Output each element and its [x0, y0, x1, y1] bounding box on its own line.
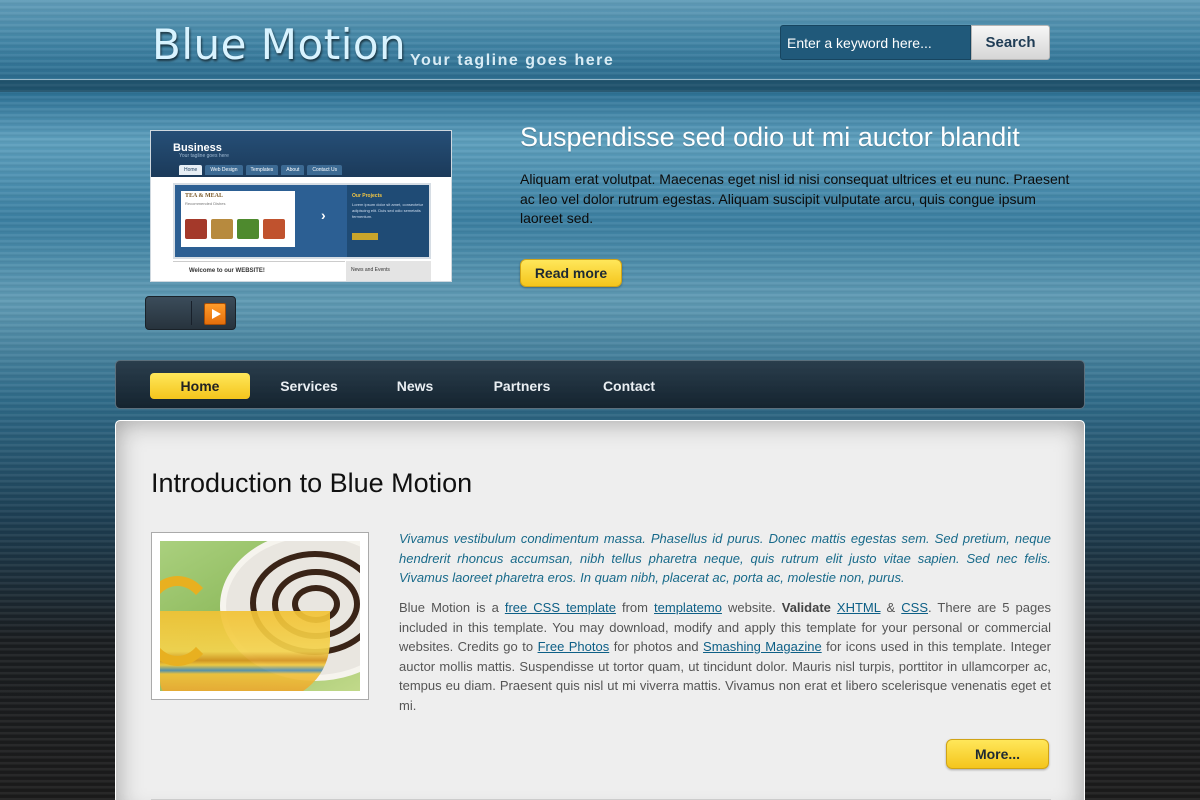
thumb-side-text: Lorem ipsum dolor sit amet, consectetur … [352, 202, 424, 219]
content-panel: Introduction to Blue Motion Vivamus vest… [115, 420, 1085, 800]
thumb-nav-item: Web Design [205, 165, 243, 175]
site-title[interactable]: Blue Motion [152, 20, 406, 69]
validate-label: Validate [781, 600, 831, 615]
nav-item-home[interactable]: Home [150, 373, 250, 399]
body-text: for photos and [609, 639, 704, 654]
nav-item-news[interactable]: News [365, 373, 465, 399]
thumb-nav-item: Home [179, 165, 203, 175]
thumb-news: News and Events [346, 261, 431, 281]
coffee-photo [160, 541, 360, 691]
header-band [0, 80, 1200, 92]
thumb-side-panel: Our Projects Lorem ipsum dolor sit amet,… [347, 185, 429, 257]
slide-text: Aliquam erat volutpat. Maecenas eget nis… [520, 171, 1070, 226]
search-button[interactable]: Search [971, 25, 1050, 60]
intro-italic-text: Vivamus vestibulum condimentum massa. Ph… [399, 531, 1051, 585]
thumb-side-button [352, 233, 378, 240]
read-more-button[interactable]: Read more [520, 259, 622, 287]
body-text: & [880, 600, 902, 615]
search-form: Search [780, 25, 1050, 60]
slider-controls [145, 296, 236, 330]
thumb-welcome-text: Welcome to our WEBSITE! [189, 268, 265, 274]
free-photos-link[interactable]: Free Photos [538, 639, 610, 654]
intro-body-text: Blue Motion is a free CSS template from … [399, 598, 1051, 715]
css-link[interactable]: CSS [901, 600, 928, 615]
thumb-arrow-icon: › [321, 207, 326, 223]
thumb-hero: TEA & MEAL Recommended Dishes › Our Proj… [173, 183, 431, 259]
body-text: from [615, 600, 655, 615]
body-text: website. [721, 600, 782, 615]
main-nav: Home Services News Partners Contact [115, 360, 1085, 409]
thumb-card-subtitle: Recommended Dishes [185, 201, 226, 206]
nav-item-contact[interactable]: Contact [579, 373, 679, 399]
food-image [237, 219, 259, 239]
body-text: Blue Motion is a [399, 600, 505, 615]
more-button[interactable]: More... [946, 739, 1049, 769]
intro-title: Introduction to Blue Motion [151, 468, 473, 498]
free-css-template-link[interactable]: free CSS template [505, 600, 616, 615]
thumb-brand-tagline: Your tagline goes here [179, 153, 229, 159]
thumb-nav-item: Templates [245, 165, 279, 175]
templatemo-link[interactable]: templatemo [654, 600, 722, 615]
thumb-food-images [185, 219, 285, 239]
xhtml-link[interactable]: XHTML [837, 600, 881, 615]
food-image [185, 219, 207, 239]
thumb-side-heading: Our Projects [352, 193, 383, 199]
nav-item-partners[interactable]: Partners [472, 373, 572, 399]
thumb-nav-item: Contact Us [307, 165, 343, 175]
food-image [211, 219, 233, 239]
coffee-photo-frame [151, 532, 369, 700]
food-image [263, 219, 285, 239]
smashing-magazine-link[interactable]: Smashing Magazine [703, 639, 822, 654]
search-input[interactable] [780, 25, 971, 60]
play-icon[interactable] [204, 303, 226, 325]
thumb-header: Business Your tagline goes here Home Web… [151, 131, 451, 177]
thumb-card: TEA & MEAL Recommended Dishes [181, 191, 295, 247]
slide-title: Suspendisse sed odio ut mi auctor blandi… [520, 122, 1020, 152]
slide-thumbnail[interactable]: Business Your tagline goes here Home Web… [150, 130, 452, 282]
thumb-nav: Home Web Design Templates About Contact … [179, 165, 343, 175]
controls-divider [191, 301, 192, 325]
site-tagline: Your tagline goes here [410, 52, 615, 69]
thumb-welcome: Welcome to our WEBSITE! [173, 261, 345, 281]
thumb-card-title: TEA & MEAL [185, 193, 224, 199]
thumb-nav-item: About [281, 165, 305, 175]
nav-item-services[interactable]: Services [259, 373, 359, 399]
